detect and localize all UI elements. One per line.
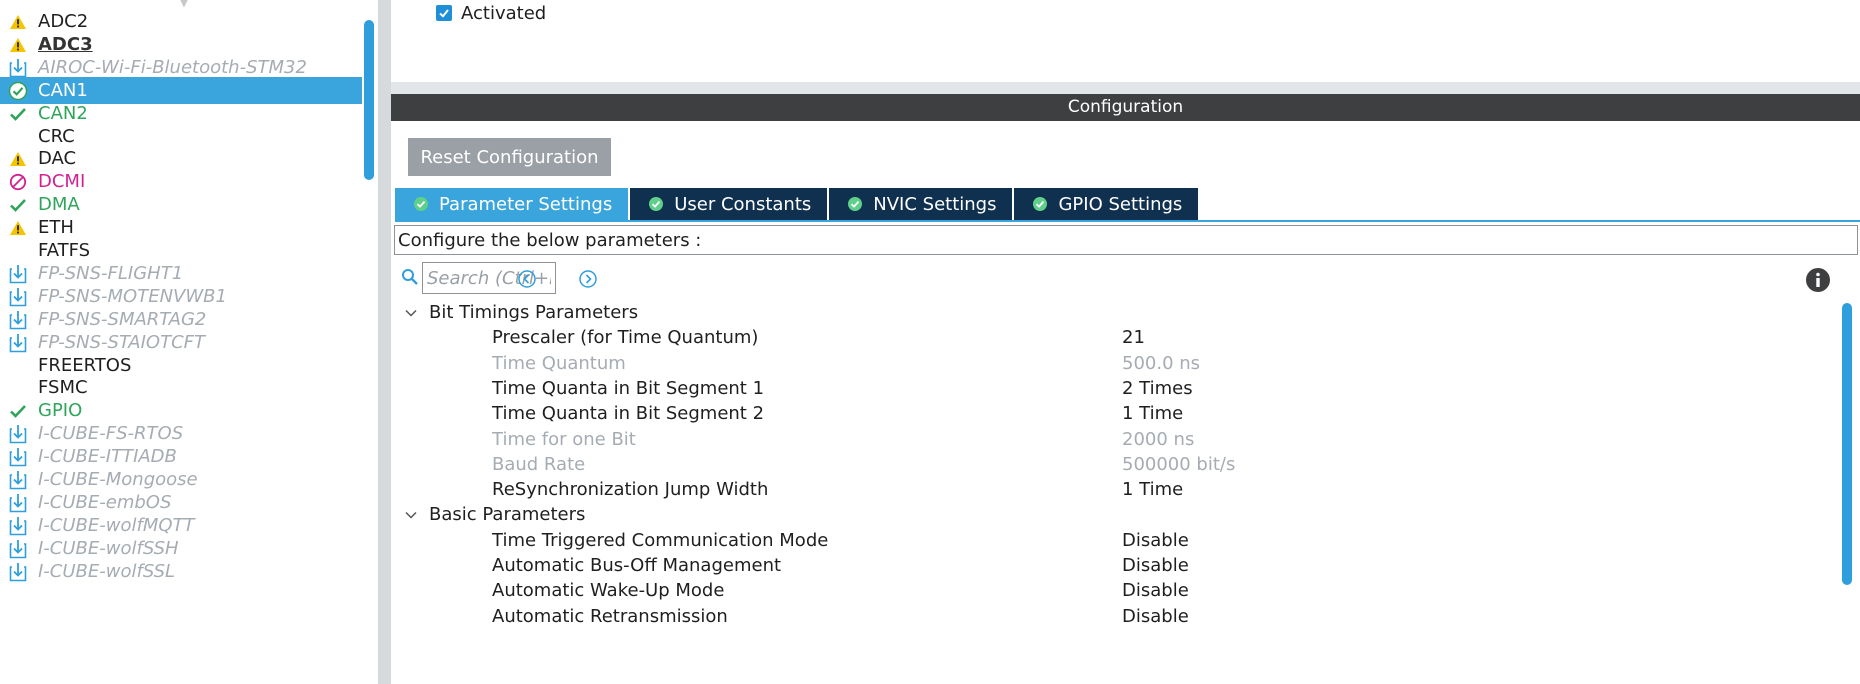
search-next-icon[interactable] [577, 268, 599, 290]
parameter-scrollbar[interactable] [1840, 300, 1854, 684]
parameter-name: Automatic Retransmission [492, 605, 728, 627]
warning-icon [8, 149, 28, 169]
check-badge-icon [413, 196, 429, 212]
warning-icon [8, 35, 28, 55]
check-circle-icon [8, 81, 28, 101]
tab-parameter-settings[interactable]: Parameter Settings [395, 188, 629, 220]
scroll-up-arrow-icon[interactable]: ▼ [176, 0, 192, 8]
tab-nvic-settings[interactable]: NVIC Settings [829, 188, 1013, 220]
panel-splitter[interactable] [378, 0, 391, 684]
checkbox-checked-icon[interactable] [436, 5, 452, 21]
parameter-row[interactable]: Automatic Retransmission Disable [391, 602, 1831, 632]
peripheral-item-i-cube-wolfssl[interactable]: I-CUBE-wolfSSL [0, 558, 362, 585]
download-pack-icon [8, 333, 28, 353]
tab-label: Parameter Settings [439, 193, 613, 215]
download-pack-icon [8, 539, 28, 559]
download-pack-icon [8, 287, 28, 307]
tab-gpio-settings[interactable]: GPIO Settings [1014, 188, 1199, 220]
check-badge-icon [847, 196, 863, 212]
activated-checkbox[interactable]: Activated [436, 2, 546, 24]
tab-underline [395, 220, 1860, 222]
download-pack-icon [8, 424, 28, 444]
parameter-tree: Bit Timings Parameters Prescaler (for Tim… [391, 300, 1836, 684]
download-pack-icon [8, 470, 28, 490]
peripheral-list-panel: ▼ ADC2 ADC3 AIROC-Wi-Fi-Bluetooth-STM32 CAN… [0, 0, 378, 684]
check-icon [8, 195, 28, 215]
tab-label: NVIC Settings [873, 193, 997, 215]
info-icon[interactable] [1805, 267, 1831, 293]
peripheral-list-scrollbar-thumb[interactable] [364, 20, 374, 180]
configuration-panel: Activated Configuration Reset Configurat… [391, 0, 1860, 684]
download-pack-icon [8, 58, 28, 78]
reset-configuration-button[interactable]: Reset Configuration [408, 138, 611, 176]
download-pack-icon [8, 310, 28, 330]
activated-label: Activated [461, 2, 547, 24]
check-icon [8, 401, 28, 421]
download-pack-icon [8, 562, 28, 582]
warning-icon [8, 12, 28, 32]
configuration-tabs: Parameter Settings User Constants NVIC Set… [395, 188, 1200, 220]
search-icon[interactable] [401, 268, 419, 286]
chevron-down-icon[interactable] [403, 305, 419, 321]
configure-instructions: Configure the below parameters : [394, 225, 1858, 255]
download-pack-icon [8, 493, 28, 513]
configuration-header: Configuration [391, 94, 1860, 121]
search-previous-icon[interactable] [516, 268, 538, 290]
download-pack-icon [8, 264, 28, 284]
tab-label: GPIO Settings [1058, 193, 1183, 215]
tab-user-constants[interactable]: User Constants [630, 188, 828, 220]
disabled-icon [8, 172, 28, 192]
peripheral-list-scrollbar[interactable] [362, 0, 378, 684]
check-badge-icon [1032, 196, 1048, 212]
download-pack-icon [8, 516, 28, 536]
download-pack-icon [8, 447, 28, 467]
warning-icon [8, 218, 28, 238]
tab-label: User Constants [674, 193, 812, 215]
parameter-value[interactable]: Disable [1122, 602, 1189, 632]
peripheral-label: I-CUBE-wolfSSL [38, 560, 176, 582]
check-icon [8, 104, 28, 124]
section-divider [391, 82, 1860, 94]
parameter-scrollbar-thumb[interactable] [1842, 303, 1852, 585]
check-badge-icon [648, 196, 664, 212]
chevron-down-icon[interactable] [403, 507, 419, 523]
